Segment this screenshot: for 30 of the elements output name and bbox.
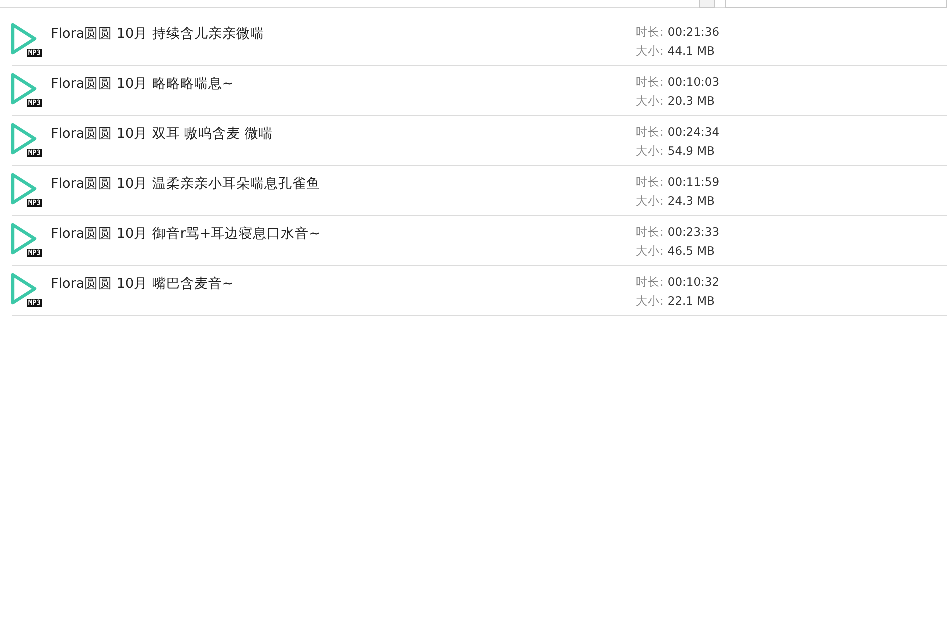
duration-value: 00:21:36	[668, 25, 720, 39]
size-value: 24.3 MB	[668, 194, 715, 208]
file-name[interactable]: Flora圆圆 10月 嘴巴含麦音~	[51, 274, 636, 294]
file-name[interactable]: Flora圆圆 10月 双耳 嗷呜含麦 微喘	[51, 124, 636, 144]
size-label: 大小:	[636, 144, 664, 158]
duration-value: 00:10:03	[668, 75, 720, 89]
size-value: 46.5 MB	[668, 244, 715, 258]
duration-label: 时长:	[636, 75, 664, 89]
duration-label: 时长:	[636, 125, 664, 139]
duration-value: 00:11:59	[668, 175, 720, 189]
duration-value: 00:10:32	[668, 275, 720, 289]
duration-label: 时长:	[636, 275, 664, 289]
duration-value: 00:23:33	[668, 225, 720, 239]
size-label: 大小:	[636, 244, 664, 258]
duration-label: 时长:	[636, 25, 664, 39]
file-name[interactable]: Flora圆圆 10月 略略略喘息~	[51, 74, 636, 94]
size-label: 大小:	[636, 294, 664, 308]
size-label: 大小:	[636, 94, 664, 108]
duration-label: 时长:	[636, 225, 664, 239]
size-value: 54.9 MB	[668, 144, 715, 158]
size-value: 20.3 MB	[668, 94, 715, 108]
size-label: 大小:	[636, 194, 664, 208]
duration-value: 00:24:34	[668, 125, 720, 139]
size-value: 22.1 MB	[668, 294, 715, 308]
file-name[interactable]: Flora圆圆 10月 温柔亲亲小耳朵喘息孔雀鱼	[51, 174, 636, 194]
size-label: 大小:	[636, 44, 664, 58]
size-value: 44.1 MB	[668, 44, 715, 58]
file-name[interactable]: Flora圆圆 10月 持续含儿亲亲微喘	[51, 24, 636, 44]
file-name[interactable]: Flora圆圆 10月 御音r骂+耳边寝息口水音~	[51, 224, 636, 244]
duration-label: 时长:	[636, 175, 664, 189]
